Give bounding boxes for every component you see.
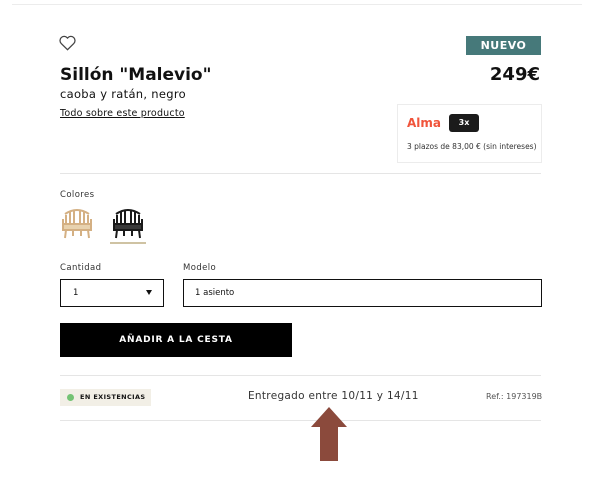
- selected-swatch-indicator: [110, 242, 146, 244]
- quantity-select[interactable]: 1: [60, 279, 164, 307]
- quantity-value: 1: [73, 288, 79, 298]
- alma-payment-box: Alma 3x 3 plazos de 83,00 € (sin interes…: [397, 104, 542, 163]
- add-to-cart-button[interactable]: AÑADIR A LA CESTA: [60, 323, 292, 357]
- product-price: 249€: [489, 64, 540, 85]
- top-divider: [12, 4, 582, 5]
- color-swatch-natural[interactable]: [59, 202, 95, 242]
- heart-icon[interactable]: [59, 35, 76, 51]
- alma-installments-text: 3 plazos de 83,00 € (sin intereses): [407, 142, 537, 151]
- alma-logo: Alma: [407, 116, 442, 130]
- quantity-label: Cantidad: [60, 263, 102, 273]
- annotation-arrow-up-icon: [311, 407, 347, 461]
- colors-label: Colores: [60, 190, 95, 200]
- stock-badge: EN EXISTENCIAS: [60, 389, 151, 406]
- product-reference: Ref.: 197319B: [486, 392, 543, 401]
- new-badge: NUEVO: [466, 36, 541, 55]
- delivery-estimate: Entregado entre 10/11 y 14/11: [248, 390, 419, 402]
- model-value: 1 asiento: [195, 288, 235, 298]
- model-select[interactable]: 1 asiento: [183, 279, 542, 307]
- product-subtitle: caoba y ratán, negro: [60, 87, 186, 101]
- section-divider: [60, 375, 541, 376]
- stock-label: EN EXISTENCIAS: [80, 393, 146, 401]
- product-title: Sillón "Malevio": [60, 65, 212, 85]
- model-label: Modelo: [183, 263, 217, 273]
- section-divider: [60, 173, 541, 174]
- product-details-link[interactable]: Todo sobre este producto: [60, 108, 185, 119]
- section-divider: [60, 420, 541, 421]
- alma-installments-tag[interactable]: 3x: [449, 114, 479, 132]
- chevron-down-icon: [146, 290, 152, 295]
- color-swatch-negro[interactable]: [110, 202, 146, 242]
- status-dot-icon: [67, 394, 74, 401]
